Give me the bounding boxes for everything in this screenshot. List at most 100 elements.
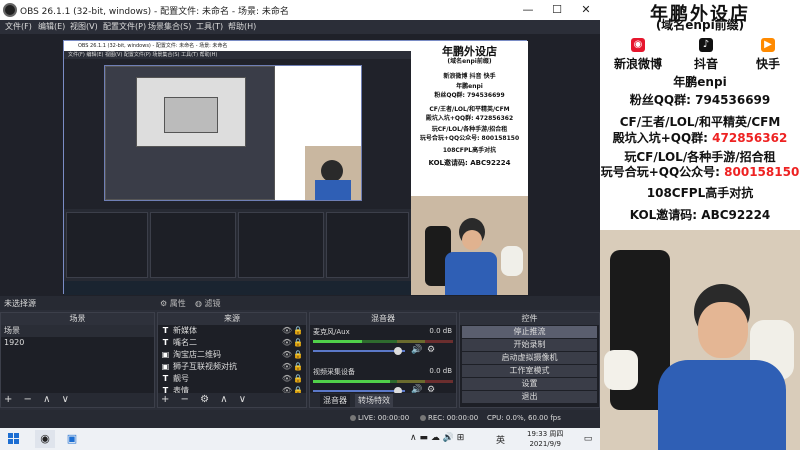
douyin-item: ♪ 抖音 [693,38,718,71]
mixer-tabs: 混音器 转场特效 [310,393,456,407]
speaker-icon[interactable]: 🔊 [411,345,422,355]
eye-icon: 👁 [281,338,292,347]
properties-button[interactable]: ⚙ 属性 [160,298,186,309]
pv-play2: 玩号合玩+QQ公众号: 800158150 [419,135,520,142]
pv-games: CF/王者/LOL/和平精英/CFM [429,106,510,113]
gear-icon[interactable]: ⚙ [427,345,435,355]
text-source-icon: T [162,374,169,383]
stop-streaming-button[interactable]: 停止推流 [462,326,597,338]
nested-obs-capture: OBS 26.1.1 (32-bit, windows) - 配置文件: 未命名… [64,41,411,295]
title-bar[interactable]: OBS 26.1.1 (32-bit, windows) - 配置文件: 未命名… [0,0,600,20]
menu-file[interactable]: 文件(F) [5,21,32,32]
preview-frame: OBS 26.1.1 (32-bit, windows) - 配置文件: 未命名… [63,40,528,295]
menu-edit[interactable]: 编辑(E) [38,21,65,32]
controls-header: 控件 [460,313,599,325]
menu-bar: 文件(F) 编辑(E) 视图(V) 配置文件(P) 场景集合(S) 工具(T) … [0,20,600,34]
menu-scene-collection[interactable]: 场景集合(S) [148,21,191,32]
preview-promo-panel: 年鹏外设店 (域名enpi前缀) 新浪微博 抖音 快手 年鹏enpi 粉丝QQ群… [411,41,528,295]
nested-webcam [305,146,361,200]
notification-icon[interactable]: ▭ [578,430,598,448]
sources-footer-buttons[interactable]: + − ⚙ ∧ ∨ [158,393,306,407]
eye-icon: 👁 [281,326,292,335]
scene-item[interactable]: 场景 [1,325,154,337]
nested-canvas [64,59,411,209]
source-toolbar: 未选择源 ⚙ 属性 ◍ 滤镜 [0,296,600,310]
obs-taskbar-icon[interactable]: ◉ [35,430,55,448]
source-item[interactable]: T 嘴名二 👁 🔒 [158,337,306,349]
cfpl-line: 108CFPL高手对抗 [646,186,754,200]
studio-mode-button[interactable]: 工作室模式 [462,365,597,377]
nested-inner-frame [104,65,362,201]
nested-menu: 文件(F) 编辑(E) 视图(V) 配置文件(P) 场景集合(S) 工具(T) … [64,51,411,59]
menu-view[interactable]: 视图(V) [70,21,98,32]
start-virtual-camera-button[interactable]: 启动虚拟摄像机 [462,352,597,364]
pv-play: 玩CF/LOL/各种手游/招合租 [431,126,508,133]
nested-docks [64,209,411,281]
volume-slider[interactable]: 🔊 ⚙ [313,345,453,355]
recursive-capture [105,66,275,200]
source-item[interactable]: ▣ 狮子互联视频对抗 👁 🔒 [158,361,306,373]
volume-meter [313,340,453,343]
streamer-face [698,302,748,358]
pv-qq-group: 粉丝QQ群: 794536699 [434,92,505,99]
pv-nick: 年鹏enpi [456,83,483,90]
filters-button[interactable]: ◍ 滤镜 [195,298,221,309]
image-source-icon: ▣ [161,362,170,371]
preview-canvas[interactable]: OBS 26.1.1 (32-bit, windows) - 配置文件: 未命名… [0,34,600,296]
recursive-capture-deep [164,97,218,133]
taskbar-clock[interactable]: 19:33 周四 2021/9/9 [527,429,563,449]
domain-note: (域名enpi前缀) [655,18,745,32]
scenes-dock: 场景 场景 1920 + − ∧ ∨ [0,312,155,408]
ime-indicator[interactable]: 英 [496,433,505,446]
menu-profile[interactable]: 配置文件(P) [103,21,146,32]
kuaishou-icon: ▶ [761,38,775,52]
settings-button[interactable]: 设置 [462,378,597,390]
pv-social-row: 新浪微博 抖音 快手 [443,73,496,80]
tab-mixer[interactable]: 混音器 [320,394,350,407]
scene-item[interactable]: 1920 [1,337,154,349]
lock-icon: 🔒 [293,338,303,347]
weibo-item: ◉ 新浪微博 [613,38,662,71]
channel-db: 0.0 dB [429,327,452,335]
source-item[interactable]: ▣ 淘宝店二维码 👁 🔒 [158,349,306,361]
tab-transitions[interactable]: 转场特效 [355,394,393,407]
recruit-line: 殿坑入坑+QQ群: 472856362 [612,131,788,145]
kuaishou-item: ▶ 快手 [755,38,780,71]
scenes-footer-buttons[interactable]: + − ∧ ∨ [1,393,154,407]
text-source-icon: T [162,338,169,347]
lock-icon: 🔒 [293,374,303,383]
pv-domain: (域名enpi前缀) [447,58,492,65]
streamer-shirt [658,360,786,450]
mixer-dock: 混音器 麦克风/Aux 0.0 dB 🔊 ⚙ 视频采集设备 0.0 dB 🔊 ⚙… [309,312,457,408]
image-source-icon: ▣ [161,350,170,359]
exit-button[interactable]: 退出 [462,391,597,403]
tray-icons[interactable]: ∧ ▬ ☁ 🔊 ⊞ [410,433,464,443]
controls-dock: 控件 停止推流 开始录制 启动虚拟摄像机 工作室模式 设置 退出 [459,312,600,408]
menu-tools[interactable]: 工具(T) [196,21,223,32]
status-bar: LIVE: 00:00:00 REC: 00:00:00 CPU: 0.0%, … [0,410,600,428]
games-list: CF/王者/LOL/和平精英/CFM [619,115,781,129]
play2-line: 玩号合玩+QQ公众号: 800158150 [600,165,800,179]
pv-kol: KOL邀请码: ABC92224 [428,159,511,167]
live-status: LIVE: 00:00:00 [350,414,409,422]
start-recording-button[interactable]: 开始录制 [462,339,597,351]
maximize-button[interactable]: ☐ [543,0,571,20]
windows-start-icon[interactable] [8,433,20,445]
minimize-button[interactable]: — [514,0,542,20]
app-taskbar-icon[interactable]: ▣ [62,430,82,448]
nickname: 年鹏enpi [673,75,727,89]
volume-meter [313,380,453,383]
text-source-icon: T [162,326,169,335]
source-item[interactable]: T 靓号 👁 🔒 [158,373,306,385]
menu-help[interactable]: 帮助(H) [228,21,256,32]
qq-group: 粉丝QQ群: 794536699 [629,93,771,107]
channel-db: 0.0 dB [429,367,452,375]
rec-status: REC: 00:00:00 [420,414,478,422]
close-button[interactable]: ✕ [572,0,600,20]
promo-panel: 年鹏外设店 (域名enpi前缀) ◉ 新浪微博 ♪ 抖音 ▶ 快手 年鹏enpi… [600,0,800,450]
nested-title: OBS 26.1.1 (32-bit, windows) - 配置文件: 未命名… [64,41,411,51]
source-item[interactable]: T 新媒体 👁 🔒 [158,325,306,337]
obs-window: OBS 26.1.1 (32-bit, windows) - 配置文件: 未命名… [0,0,600,428]
douyin-icon: ♪ [699,38,713,52]
mixer-header: 混音器 [310,313,456,325]
